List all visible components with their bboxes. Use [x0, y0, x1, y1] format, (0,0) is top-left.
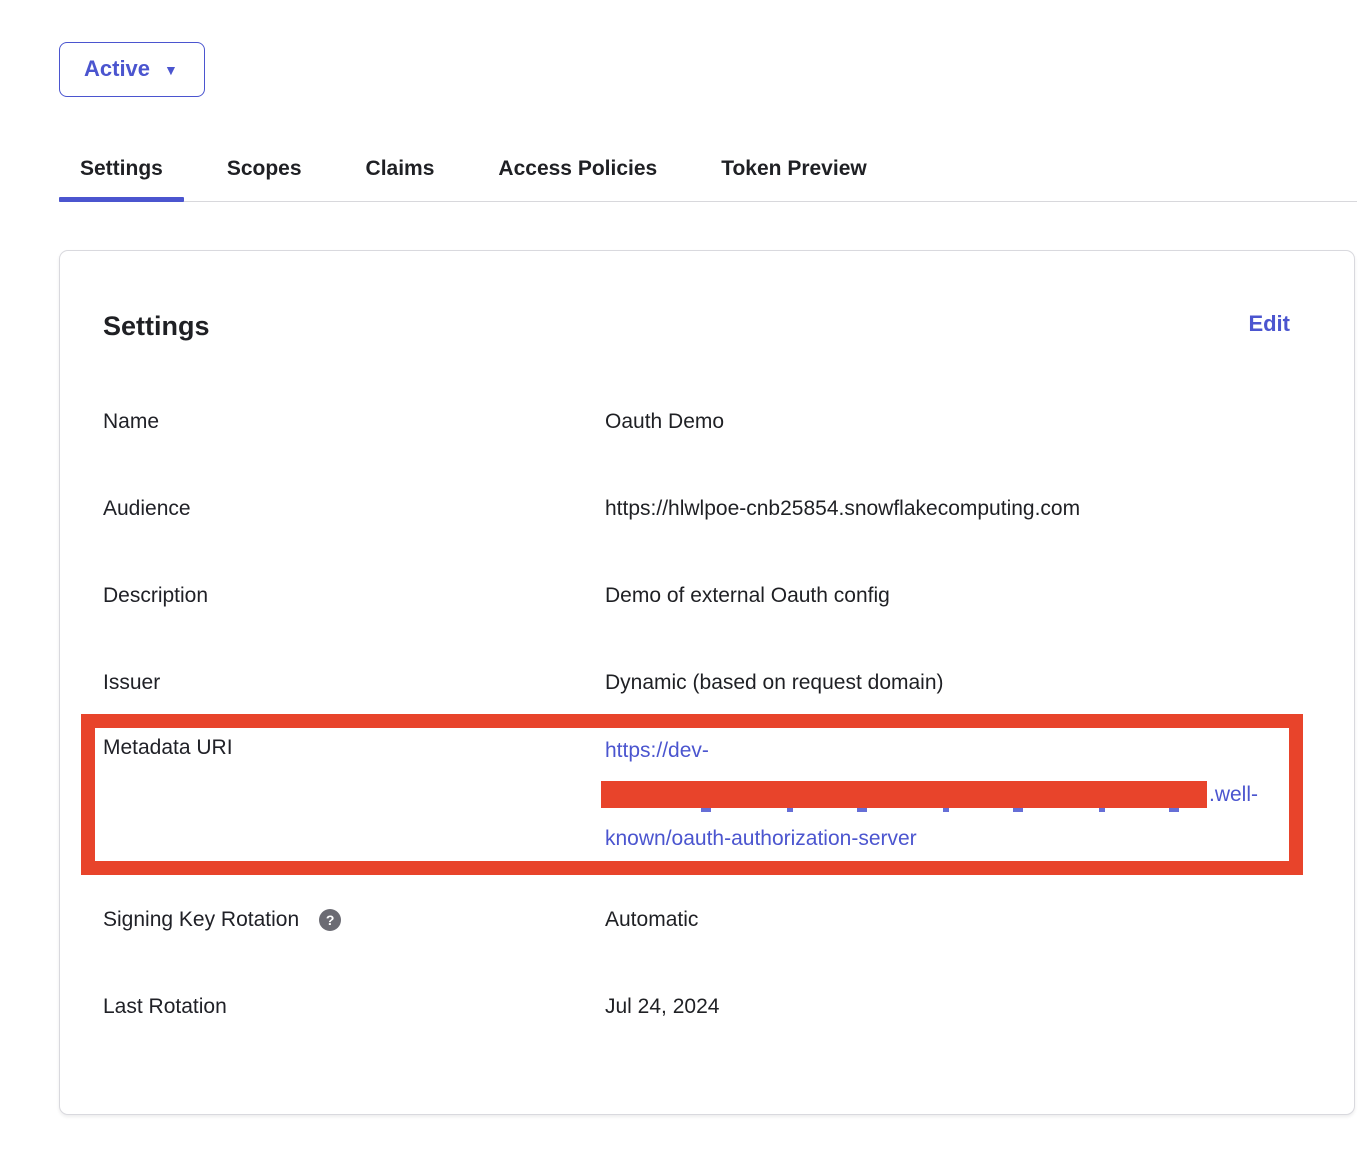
row-description-value: Demo of external Oauth config [605, 582, 890, 610]
row-issuer: Issuer Dynamic (based on request domain) [103, 669, 1290, 697]
row-last-rotation: Last Rotation Jul 24, 2024 [103, 993, 1290, 1021]
row-last-rotation-label: Last Rotation [103, 993, 605, 1021]
row-issuer-label: Issuer [103, 669, 605, 697]
metadata-uri-link-tail[interactable]: known/oauth-authorization-server [605, 827, 917, 850]
redaction-bar [601, 781, 1207, 808]
tab-token-preview[interactable]: Token Preview [700, 157, 888, 201]
row-name-label: Name [103, 408, 605, 436]
row-signing-key-rotation-value: Automatic [605, 906, 698, 934]
tab-access-policies[interactable]: Access Policies [477, 157, 678, 201]
row-metadata-uri-value: https://dev- .well- known/oauth-authoriz… [605, 729, 1258, 861]
row-description: Description Demo of external Oauth confi… [103, 582, 1290, 610]
row-metadata-uri-label: Metadata URI [103, 729, 605, 762]
metadata-uri-link[interactable]: https://dev- [605, 739, 709, 762]
status-dropdown-button[interactable]: Active ▼ [59, 42, 205, 97]
card-title: Settings [103, 309, 210, 343]
row-signing-key-rotation-label: Signing Key Rotation ? [103, 906, 605, 934]
metadata-uri-link-suffix[interactable]: .well- [1209, 783, 1258, 806]
help-icon[interactable]: ? [319, 909, 341, 931]
row-audience-label: Audience [103, 495, 605, 523]
red-highlight-annotation: Metadata URI https://dev- .well- known/o… [81, 714, 1303, 875]
row-name-value: Oauth Demo [605, 408, 724, 436]
row-description-label: Description [103, 582, 605, 610]
tab-scopes[interactable]: Scopes [206, 157, 323, 201]
tab-claims[interactable]: Claims [345, 157, 456, 201]
signing-key-rotation-text: Signing Key Rotation [103, 906, 299, 934]
edit-link[interactable]: Edit [1248, 309, 1290, 339]
chevron-down-icon: ▼ [164, 63, 178, 77]
settings-card: Settings Edit Name Oauth Demo Audience h… [59, 250, 1355, 1115]
row-audience-value: https://hlwlpoe-cnb25854.snowflakecomput… [605, 495, 1080, 523]
row-last-rotation-value: Jul 24, 2024 [605, 993, 719, 1021]
tab-settings[interactable]: Settings [59, 157, 184, 201]
metadata-uri-link-line-3: known/oauth-authorization-server [605, 817, 1258, 861]
tab-bar: Settings Scopes Claims Access Policies T… [59, 157, 1357, 202]
metadata-uri-link-line-2: .well- [605, 773, 1258, 817]
row-signing-key-rotation: Signing Key Rotation ? Automatic [103, 906, 1290, 934]
card-header: Settings Edit [103, 309, 1290, 343]
metadata-uri-link-line-1: https://dev- [605, 729, 1258, 773]
settings-rows: Name Oauth Demo Audience https://hlwlpoe… [103, 408, 1290, 1021]
row-audience: Audience https://hlwlpoe-cnb25854.snowfl… [103, 495, 1290, 523]
status-label: Active [84, 56, 150, 82]
row-issuer-value: Dynamic (based on request domain) [605, 669, 944, 697]
row-name: Name Oauth Demo [103, 408, 1290, 436]
